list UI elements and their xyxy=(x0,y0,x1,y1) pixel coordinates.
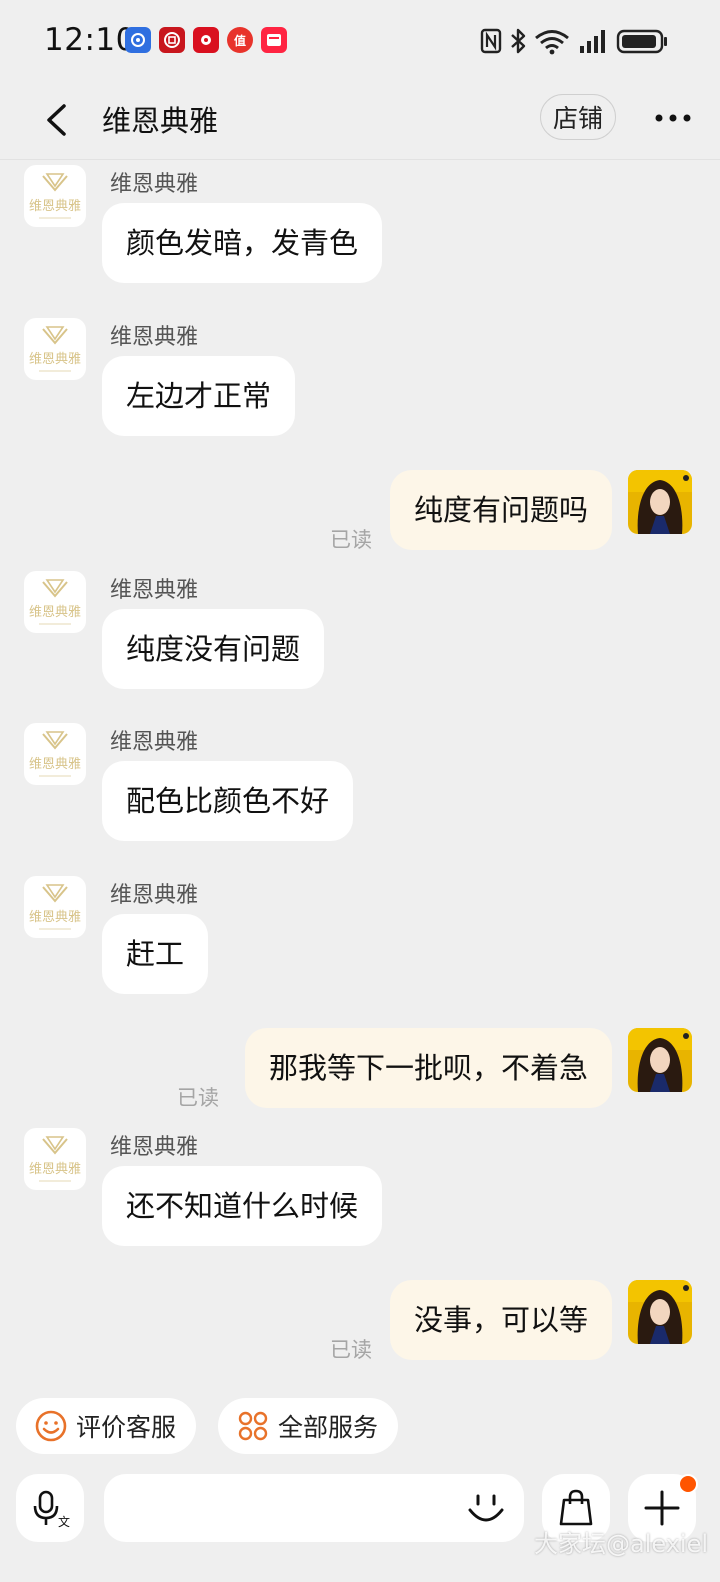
chat-screen: 12:10 值 维恩典雅 店铺 维恩典雅 维恩典雅 颜色发暗，发青色 维恩典雅 … xyxy=(0,0,720,1582)
voice-input-button[interactable]: 文 xyxy=(16,1474,84,1542)
app-blue-icon xyxy=(125,27,151,53)
red-app-icon xyxy=(193,27,219,53)
status-bar: 12:10 值 xyxy=(0,0,720,84)
message-bubble[interactable]: 配色比颜色不好 xyxy=(102,761,354,841)
status-time: 12:10 xyxy=(44,22,136,58)
chat-header: 维恩典雅 店铺 xyxy=(0,84,720,160)
store-logo-icon: 维恩典雅 xyxy=(29,173,81,219)
bluetooth-icon xyxy=(511,28,526,54)
back-button[interactable] xyxy=(34,98,78,142)
rate-service-button[interactable]: 评价客服 xyxy=(16,1398,197,1454)
signal-icon xyxy=(580,30,605,53)
chevron-left-icon xyxy=(47,104,66,136)
voice-text-badge: 文 xyxy=(58,1514,70,1528)
message-bubble[interactable]: 纯度没有问题 xyxy=(102,609,325,689)
message-bubble[interactable]: 赶工 xyxy=(102,914,209,994)
store-logo-icon: 维恩典雅 xyxy=(29,1136,81,1182)
message-outgoing: 已读 纯度有问题吗 xyxy=(0,470,720,554)
store-logo-icon: 维恩典雅 xyxy=(29,326,81,372)
store-avatar[interactable]: 维恩典雅 xyxy=(24,571,86,633)
message-incoming: 维恩典雅 维恩典雅 还不知道什么时候 xyxy=(0,1128,720,1248)
store-avatar[interactable]: 维恩典雅 xyxy=(24,165,86,227)
store-logo-text: 维恩典雅 xyxy=(29,199,81,214)
message-bubble[interactable]: 左边才正常 xyxy=(102,356,296,436)
store-avatar[interactable]: 维恩典雅 xyxy=(24,723,86,785)
store-logo-text: 维恩典雅 xyxy=(29,1162,81,1177)
wifi-icon xyxy=(535,30,569,55)
store-logo-text: 维恩典雅 xyxy=(29,605,81,620)
message-bubble[interactable]: 颜色发暗，发青色 xyxy=(102,203,383,283)
battery-icon xyxy=(616,29,667,54)
smile-icon xyxy=(35,1410,67,1442)
read-status: 已读 xyxy=(330,528,372,552)
nfc-icon xyxy=(480,28,502,54)
store-logo-icon: 维恩典雅 xyxy=(29,884,81,930)
sender-name: 维恩典雅 xyxy=(110,883,199,908)
store-logo-icon: 维恩典雅 xyxy=(29,579,81,625)
sender-name: 维恩典雅 xyxy=(110,325,199,350)
emoji-face-icon xyxy=(468,1494,504,1522)
store-logo-text: 维恩典雅 xyxy=(29,757,81,772)
read-status: 已读 xyxy=(330,1338,372,1362)
store-logo-text: 维恩典雅 xyxy=(29,910,81,925)
store-avatar[interactable]: 维恩典雅 xyxy=(24,318,86,380)
watermark: 大家坛@alexiel xyxy=(534,1530,709,1558)
bank-icon xyxy=(159,27,185,53)
store-logo-text: 维恩典雅 xyxy=(29,352,81,367)
notification-badge xyxy=(678,1474,698,1494)
all-services-label: 全部服务 xyxy=(278,1413,379,1442)
sender-name: 维恩典雅 xyxy=(110,172,199,197)
message-input[interactable] xyxy=(104,1474,524,1542)
user-avatar[interactable] xyxy=(628,1028,692,1092)
message-incoming: 维恩典雅 维恩典雅 左边才正常 xyxy=(0,318,720,438)
grid-icon xyxy=(238,1411,268,1441)
message-incoming: 维恩典雅 维恩典雅 纯度没有问题 xyxy=(0,571,720,691)
message-bubble[interactable]: 纯度有问题吗 xyxy=(389,470,612,550)
plus-icon xyxy=(644,1490,680,1526)
chat-title: 维恩典雅 xyxy=(102,104,219,138)
system-status-icons xyxy=(480,28,667,55)
all-services-button[interactable]: 全部服务 xyxy=(218,1398,399,1454)
read-status: 已读 xyxy=(177,1086,219,1110)
red-book-icon xyxy=(261,27,287,53)
shopping-bag-icon xyxy=(559,1489,593,1526)
message-outgoing: 已读 那我等下一批呗，不着急 xyxy=(0,1028,720,1112)
message-outgoing: 已读 没事，可以等 xyxy=(0,1280,720,1364)
store-logo-icon: 维恩典雅 xyxy=(29,731,81,777)
shop-button[interactable]: 店铺 xyxy=(540,94,616,140)
microphone-icon: 文 xyxy=(33,1490,70,1528)
message-bubble[interactable]: 没事，可以等 xyxy=(389,1280,612,1360)
more-dots-icon xyxy=(655,114,691,122)
rate-service-label: 评价客服 xyxy=(76,1413,177,1442)
more-options-button[interactable] xyxy=(648,96,698,140)
user-avatar[interactable] xyxy=(628,1280,692,1344)
user-avatar-image-icon xyxy=(628,470,692,534)
store-avatar[interactable]: 维恩典雅 xyxy=(24,876,86,938)
deal-app-icon: 值 xyxy=(227,27,253,53)
sender-name: 维恩典雅 xyxy=(110,1135,199,1160)
deal-app-icon-text: 值 xyxy=(233,33,246,48)
user-avatar-image-icon xyxy=(628,1028,692,1092)
sender-name: 维恩典雅 xyxy=(110,730,199,755)
user-avatar-image-icon xyxy=(628,1280,692,1344)
emoji-button[interactable] xyxy=(462,1484,510,1532)
user-avatar[interactable] xyxy=(628,470,692,534)
message-incoming: 维恩典雅 维恩典雅 配色比颜色不好 xyxy=(0,723,720,843)
sender-name: 维恩典雅 xyxy=(110,578,199,603)
message-incoming: 维恩典雅 维恩典雅 赶工 xyxy=(0,876,720,996)
store-avatar[interactable]: 维恩典雅 xyxy=(24,1128,86,1190)
message-bubble[interactable]: 那我等下一批呗，不着急 xyxy=(244,1028,612,1108)
message-bubble[interactable]: 还不知道什么时候 xyxy=(102,1166,383,1246)
message-incoming: 维恩典雅 维恩典雅 颜色发暗，发青色 xyxy=(0,165,720,285)
